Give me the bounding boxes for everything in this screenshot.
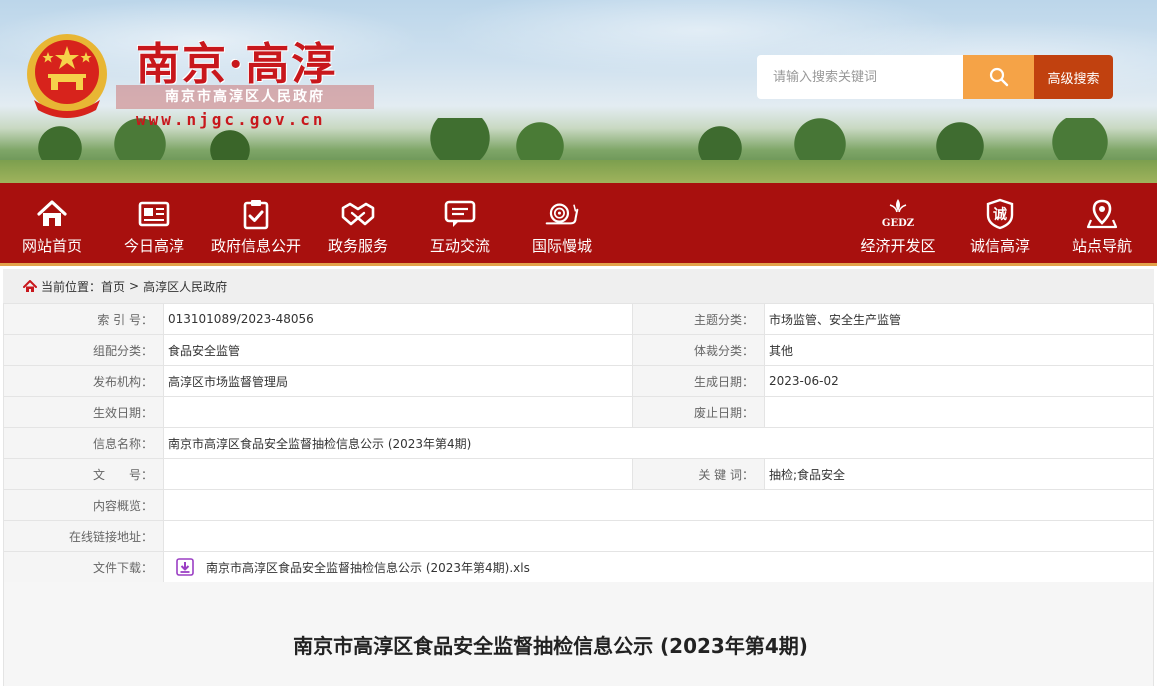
- integrity-badge-icon: 诚: [986, 198, 1014, 230]
- meta-row: 发布机构： 高淳区市场监督管理局 生成日期： 2023-06-02: [3, 365, 1154, 397]
- summary-value: [163, 489, 1154, 521]
- download-cell: 南京市高淳区食品安全监督抽检信息公示 (2023年第4期).xls: [163, 551, 1154, 583]
- nav-label: 网站首页: [21, 237, 82, 255]
- online-link-value: [163, 520, 1154, 552]
- search-button[interactable]: [963, 55, 1034, 99]
- index-value: 013101089/2023-48056: [163, 303, 633, 335]
- breadcrumb-home-link[interactable]: 首页: [101, 278, 125, 295]
- header-banner: 南京·高淳 南京市高淳区人民政府 www.njgc.gov.cn 高级搜索: [0, 0, 1157, 183]
- genre-label: 体裁分类：: [632, 334, 765, 366]
- topic-value: 市场监管、安全生产监管: [764, 303, 1154, 335]
- search-icon: [989, 67, 1008, 87]
- nav-label: 今日高淳: [123, 237, 184, 255]
- location-pin-icon: [1086, 199, 1118, 229]
- meta-row: 信息名称： 南京市高淳区食品安全监督抽检信息公示 (2023年第4期): [3, 427, 1154, 459]
- nav-item-site-nav[interactable]: 站点导航: [1050, 183, 1154, 263]
- doc-number-value: [163, 458, 633, 490]
- online-link-label: 在线链接地址：: [3, 520, 164, 552]
- handshake-icon: [341, 202, 375, 226]
- home-small-icon: [23, 279, 37, 292]
- national-emblem-icon: [27, 34, 107, 118]
- download-file-link[interactable]: 南京市高淳区食品安全监督抽检信息公示 (2023年第4期).xls: [206, 559, 530, 576]
- nav-label: 经济开发区: [860, 237, 936, 255]
- article-body: 南京市高淳区食品安全监督抽检信息公示 (2023年第4期): [3, 582, 1154, 686]
- government-name: 南京市高淳区人民政府: [116, 85, 374, 109]
- gedz-logo-icon: GEDZ: [882, 199, 914, 229]
- breadcrumb-separator: >: [129, 279, 140, 293]
- keywords-label: 关 键 词：: [632, 458, 765, 490]
- summary-label: 内容概览：: [3, 489, 164, 521]
- download-label: 文件下载：: [3, 551, 164, 583]
- home-icon: [37, 200, 67, 226]
- breadcrumb-gov-link[interactable]: 高淳区人民政府: [143, 278, 227, 295]
- genre-value: 其他: [764, 334, 1154, 366]
- nav-label: 政府信息公开: [210, 237, 301, 255]
- integrity-badge-char: 诚: [993, 206, 1007, 223]
- site-url: www.njgc.gov.cn: [136, 110, 326, 129]
- nav-item-today[interactable]: 今日高淳: [102, 183, 206, 263]
- nav-item-gov-services[interactable]: 政务服务: [306, 183, 410, 263]
- advanced-search-button[interactable]: 高级搜索: [1034, 55, 1113, 99]
- gedz-logo-text: GEDZ: [882, 218, 914, 229]
- nav-item-info-disclosure[interactable]: 政府信息公开: [204, 183, 308, 263]
- snail-icon: [545, 203, 579, 225]
- chat-icon: [444, 200, 476, 227]
- nav-label: 站点导航: [1071, 237, 1132, 255]
- meta-row: 组配分类： 食品安全监管 体裁分类： 其他: [3, 334, 1154, 366]
- keywords-value: 抽检;食品安全: [764, 458, 1154, 490]
- nav-label: 国际慢城: [531, 237, 592, 255]
- index-label: 索 引 号：: [3, 303, 164, 335]
- created-date-value: 2023-06-02: [764, 365, 1154, 397]
- banner-ground: [0, 160, 1157, 183]
- abolish-date-label: 废止日期：: [632, 396, 765, 428]
- meta-row: 索 引 号： 013101089/2023-48056 主题分类： 市场监管、安…: [3, 303, 1154, 335]
- document-meta-table: 索 引 号： 013101089/2023-48056 主题分类： 市场监管、安…: [3, 303, 1154, 583]
- effective-date-label: 生效日期：: [3, 396, 164, 428]
- publisher-label: 发布机构：: [3, 365, 164, 397]
- meta-row: 内容概览：: [3, 489, 1154, 521]
- newspaper-icon: [138, 201, 170, 227]
- nav-item-integrity[interactable]: 诚 诚信高淳: [948, 183, 1052, 263]
- breadcrumb: 当前位置： 首页 > 高淳区人民政府: [3, 269, 1154, 303]
- info-name-label: 信息名称：: [3, 427, 164, 459]
- publisher-value: 高淳区市场监督管理局: [163, 365, 633, 397]
- nav-label: 诚信高淳: [969, 237, 1030, 255]
- breadcrumb-prefix: 当前位置：: [41, 279, 102, 294]
- effective-date-value: [163, 396, 633, 428]
- abolish-date-value: [764, 396, 1154, 428]
- doc-number-label: 文 号：: [3, 458, 164, 490]
- meta-row: 文 号： 关 键 词： 抽检;食品安全: [3, 458, 1154, 490]
- created-date-label: 生成日期：: [632, 365, 765, 397]
- meta-row: 文件下载： 南京市高淳区食品安全监督抽检信息公示 (2023年第4期).xls: [3, 551, 1154, 583]
- org-class-label: 组配分类：: [3, 334, 164, 366]
- nav-label: 互动交流: [429, 237, 490, 255]
- site-title: 南京·高淳: [136, 39, 338, 90]
- info-name-value: 南京市高淳区食品安全监督抽检信息公示 (2023年第4期): [163, 427, 1154, 459]
- meta-row: 生效日期： 废止日期：: [3, 396, 1154, 428]
- download-icon[interactable]: [176, 558, 194, 576]
- nav-item-dev-zone[interactable]: GEDZ 经济开发区: [846, 183, 950, 263]
- search-input[interactable]: [757, 55, 963, 99]
- meta-row: 在线链接地址：: [3, 520, 1154, 552]
- org-class-value: 食品安全监管: [163, 334, 633, 366]
- clipboard-check-icon: [243, 200, 269, 230]
- main-nav: 网站首页 今日高淳 政府信息公开 政务服务 互动交流 国际慢城 GEDZ 经济开…: [0, 183, 1157, 266]
- nav-item-slow-city[interactable]: 国际慢城: [510, 183, 614, 263]
- topic-label: 主题分类：: [632, 303, 765, 335]
- nav-item-interaction[interactable]: 互动交流: [408, 183, 512, 263]
- article-title: 南京市高淳区食品安全监督抽检信息公示 (2023年第4期): [293, 634, 808, 658]
- nav-item-home[interactable]: 网站首页: [0, 183, 104, 263]
- nav-label: 政务服务: [327, 237, 388, 255]
